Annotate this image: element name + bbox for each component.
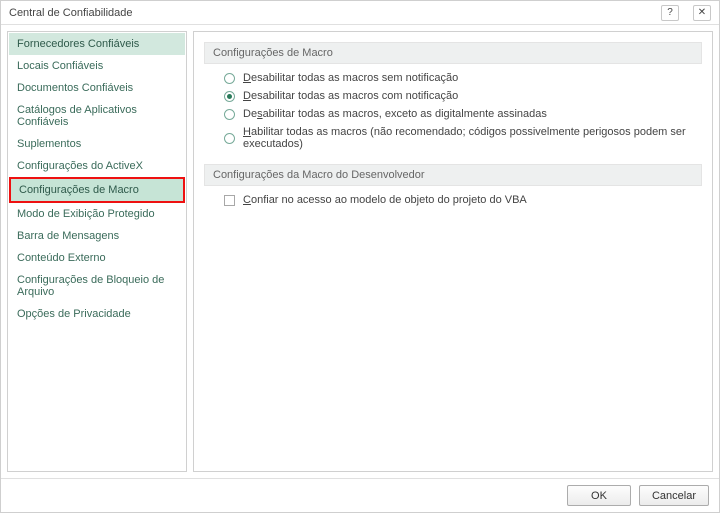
sidebar-item-4[interactable]: Suplementos [9, 133, 185, 155]
sidebar-item-2[interactable]: Documentos Confiáveis [9, 77, 185, 99]
dialog-body: Fornecedores ConfiáveisLocais Confiáveis… [1, 25, 719, 478]
macro-option-1[interactable]: Desabilitar todas as macros com notifica… [224, 90, 702, 102]
sidebar-item-1[interactable]: Locais Confiáveis [9, 55, 185, 77]
macro-option-label-2: Desabilitar todas as macros, exceto as d… [243, 108, 547, 120]
sidebar-item-0[interactable]: Fornecedores Confiáveis [9, 33, 185, 55]
sidebar-item-11[interactable]: Opções de Privacidade [9, 303, 185, 325]
cancel-button[interactable]: Cancelar [639, 485, 709, 506]
help-icon[interactable]: ? [661, 5, 679, 21]
macro-option-label-3: Habilitar todas as macros (não recomenda… [243, 126, 702, 150]
trust-center-window: Central de Confiabilidade ? ✕ Fornecedor… [0, 0, 720, 513]
radio-icon[interactable] [224, 91, 235, 102]
trust-vba-checkbox[interactable] [224, 195, 235, 206]
radio-icon[interactable] [224, 133, 235, 144]
main-panel: Configurações de Macro Desabilitar todas… [193, 31, 713, 472]
trust-vba-label: Confiar no acesso ao modelo de objeto do… [243, 194, 527, 206]
ok-button[interactable]: OK [567, 485, 631, 506]
sidebar-item-9[interactable]: Conteúdo Externo [9, 247, 185, 269]
titlebar: Central de Confiabilidade ? ✕ [1, 1, 719, 25]
trust-vba-checkbox-row[interactable]: Confiar no acesso ao modelo de objeto do… [224, 194, 702, 206]
section-developer-macro-header: Configurações da Macro do Desenvolvedor [204, 164, 702, 186]
macro-option-3[interactable]: Habilitar todas as macros (não recomenda… [224, 126, 702, 150]
macro-option-label-0: Desabilitar todas as macros sem notifica… [243, 72, 458, 84]
sidebar-item-7[interactable]: Modo de Exibição Protegido [9, 203, 185, 225]
section-macro-settings-header: Configurações de Macro [204, 42, 702, 64]
sidebar-item-5[interactable]: Configurações do ActiveX [9, 155, 185, 177]
window-title: Central de Confiabilidade [9, 7, 133, 19]
radio-icon[interactable] [224, 73, 235, 84]
macro-settings-radio-group: Desabilitar todas as macros sem notifica… [224, 72, 702, 150]
macro-option-label-1: Desabilitar todas as macros com notifica… [243, 90, 458, 102]
sidebar: Fornecedores ConfiáveisLocais Confiáveis… [7, 31, 187, 472]
sidebar-item-8[interactable]: Barra de Mensagens [9, 225, 185, 247]
sidebar-item-6[interactable]: Configurações de Macro [11, 179, 183, 201]
window-controls: ? ✕ [661, 5, 711, 21]
sidebar-item-3[interactable]: Catálogos de Aplicativos Confiáveis [9, 99, 185, 133]
radio-icon[interactable] [224, 109, 235, 120]
sidebar-highlight: Configurações de Macro [9, 177, 185, 203]
dialog-footer: OK Cancelar [1, 478, 719, 512]
sidebar-item-10[interactable]: Configurações de Bloqueio de Arquivo [9, 269, 185, 303]
close-icon[interactable]: ✕ [693, 5, 711, 21]
macro-option-0[interactable]: Desabilitar todas as macros sem notifica… [224, 72, 702, 84]
macro-option-2[interactable]: Desabilitar todas as macros, exceto as d… [224, 108, 702, 120]
